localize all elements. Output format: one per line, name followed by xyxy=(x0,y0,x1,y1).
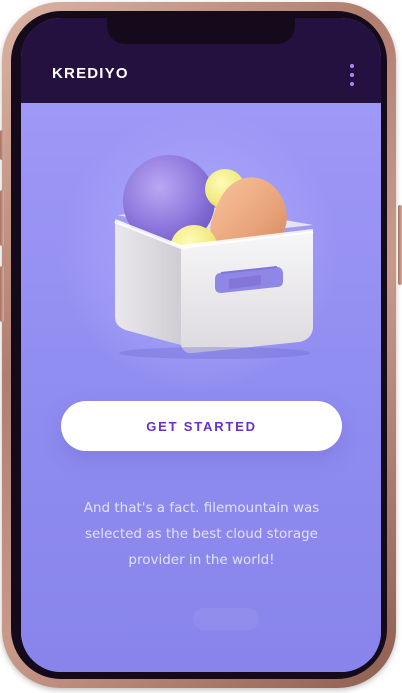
get-started-button[interactable]: GET STARTED xyxy=(61,401,342,451)
phone-notch xyxy=(107,18,295,44)
menu-dot xyxy=(350,64,354,68)
menu-dot xyxy=(350,73,354,77)
phone-screen: KREDIYO GET STARTED And that's a fact. f… xyxy=(21,18,381,672)
volume-down-button xyxy=(0,266,4,322)
app-title: KREDIYO xyxy=(52,65,129,82)
storage-box-icon xyxy=(114,155,314,359)
silent-switch xyxy=(0,130,4,160)
volume-up-button xyxy=(0,190,4,246)
main-content: GET STARTED And that's a fact. filemount… xyxy=(21,103,381,672)
power-button xyxy=(398,205,402,285)
description-text: And that's a fact. filemountain was sele… xyxy=(83,500,320,568)
decorative-shape xyxy=(193,608,259,630)
menu-dot xyxy=(350,82,354,86)
more-vertical-icon[interactable] xyxy=(343,63,361,87)
